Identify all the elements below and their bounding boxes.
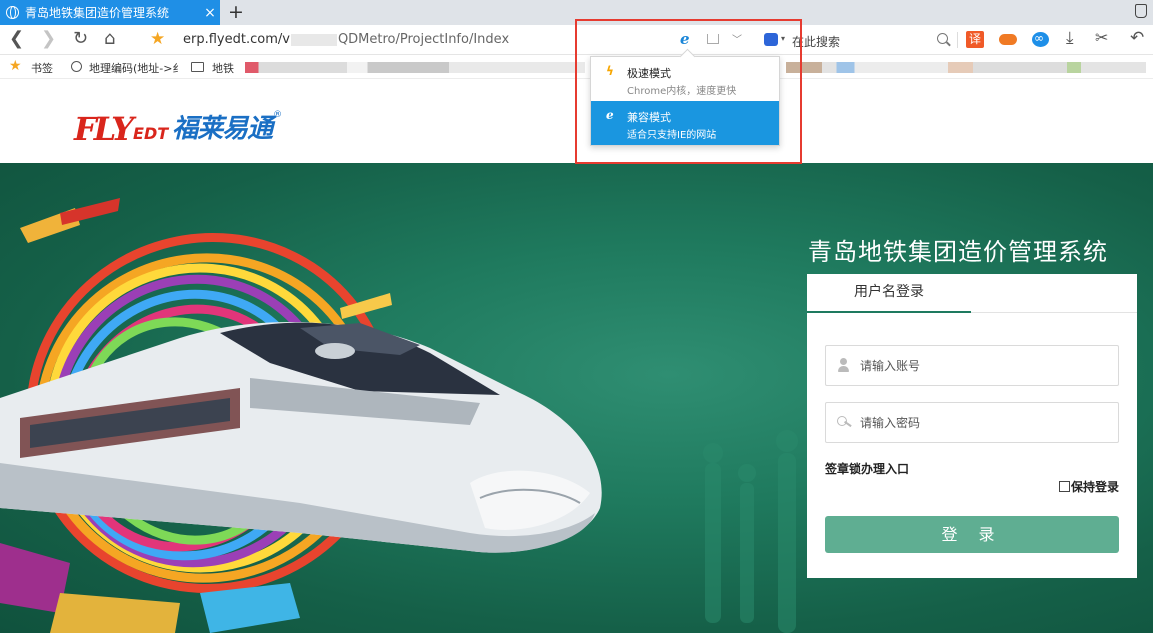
- url-redacted: [290, 33, 337, 46]
- download-icon[interactable]: ⤓: [1066, 28, 1074, 48]
- compat-mode-desc: 适合只支持IE的网站: [627, 130, 717, 141]
- bookmark-item-metro[interactable]: 地铁: [212, 60, 234, 76]
- tab-username-login[interactable]: 用户名登录: [807, 274, 971, 313]
- url-host: erp.flyedt.com/v: [183, 32, 290, 47]
- game-extension-icon[interactable]: [999, 34, 1017, 45]
- search-input[interactable]: 在此搜索: [792, 33, 840, 50]
- folder-icon: [191, 62, 204, 72]
- compat-mode-option[interactable]: e 兼容模式 适合只支持IE的网站: [591, 101, 779, 145]
- address-bar: ❮ ❯ ↻ ⌂ ★ erp.flyedt.com/v QDMetro/Projec…: [0, 25, 1153, 55]
- forward-icon[interactable]: ❯: [41, 28, 56, 50]
- login-button[interactable]: 登 录: [825, 516, 1119, 553]
- logo-registered: ®: [273, 110, 283, 120]
- login-card: 用户名登录 签章锁办理入口 保持登录 登 录: [807, 274, 1137, 578]
- logo-company-name: 福莱易通: [172, 114, 273, 144]
- signature-lock-link[interactable]: 签章锁办理入口: [825, 460, 909, 477]
- search-icon[interactable]: [937, 33, 948, 44]
- home-icon[interactable]: ⌂: [104, 28, 115, 50]
- globe-icon: [6, 6, 19, 19]
- browser-mode-popup: ϟ 极速模式 Chrome内核，速度更快 e 兼容模式 适合只支持IE的网站: [590, 56, 780, 146]
- bookmarks-bar: ★ 书签 地理编码(地址->纟 地铁: [0, 55, 1153, 79]
- globe-icon: [71, 61, 82, 72]
- bookmark-star-icon[interactable]: ★: [150, 29, 165, 49]
- bookmarks-label[interactable]: 书签: [31, 60, 53, 76]
- lightning-icon: ϟ: [606, 64, 614, 78]
- tab-title: 青岛地铁集团造价管理系统: [25, 6, 170, 20]
- ie-icon: e: [606, 108, 614, 122]
- undo-icon[interactable]: ↶: [1130, 28, 1144, 48]
- baidu-search-icon[interactable]: [764, 33, 778, 46]
- remember-checkbox[interactable]: [1058, 481, 1070, 492]
- bookmarks-redacted: [245, 62, 585, 73]
- bookmarks-redacted: [786, 62, 1146, 73]
- back-icon[interactable]: ❮: [9, 28, 24, 50]
- password-input[interactable]: [860, 415, 1110, 430]
- browser-tab-active[interactable]: 青岛地铁集团造价管理系统 ×: [0, 0, 220, 25]
- url-field[interactable]: erp.flyedt.com/v QDMetro/ProjectInfo/Inde…: [183, 32, 509, 47]
- ie-mode-icon[interactable]: e: [680, 31, 690, 47]
- translate-extension-icon[interactable]: 译: [966, 31, 984, 48]
- fast-mode-title: 极速模式: [627, 67, 671, 80]
- compat-mode-title: 兼容模式: [627, 111, 671, 124]
- scissors-icon[interactable]: ✂: [1095, 28, 1108, 47]
- login-tabs: 用户名登录: [807, 274, 1137, 313]
- new-tab-button[interactable]: +: [228, 1, 244, 23]
- logo-mark: FLY: [74, 110, 134, 148]
- company-logo: FLY EDT 福莱易通 ®: [74, 110, 283, 148]
- account-field[interactable]: [825, 345, 1119, 386]
- url-path: QDMetro/ProjectInfo/Index: [337, 32, 510, 47]
- share-icon[interactable]: [707, 34, 719, 44]
- chevron-down-icon[interactable]: ﹀: [732, 31, 742, 46]
- loop-extension-icon[interactable]: [1032, 31, 1049, 47]
- tab-menu-icon[interactable]: [1135, 4, 1147, 18]
- fast-mode-desc: Chrome内核，速度更快: [627, 86, 737, 97]
- user-icon: [826, 345, 860, 386]
- key-icon: [826, 402, 860, 443]
- fast-mode-option[interactable]: ϟ 极速模式 Chrome内核，速度更快: [591, 57, 779, 101]
- people-silhouettes: [703, 430, 798, 633]
- toolbar-divider: [957, 32, 958, 48]
- tab-close-button[interactable]: ×: [200, 5, 220, 21]
- browser-tab-bar: 青岛地铁集团造价管理系统 × +: [0, 0, 1153, 25]
- bookmark-item-geocode[interactable]: 地理编码(地址->纟: [89, 60, 183, 76]
- system-title: 青岛地铁集团造价管理系统: [808, 238, 1108, 266]
- remember-label: 保持登录: [1070, 480, 1119, 494]
- search-engine-caret-icon[interactable]: ▾: [781, 34, 785, 43]
- logo-edt: EDT: [133, 124, 169, 143]
- remember-login[interactable]: 保持登录: [1058, 478, 1119, 495]
- account-input[interactable]: [860, 358, 1110, 373]
- password-field[interactable]: [825, 402, 1119, 443]
- refresh-icon[interactable]: ↻: [73, 28, 88, 50]
- bookmarks-star-icon: ★: [9, 58, 22, 74]
